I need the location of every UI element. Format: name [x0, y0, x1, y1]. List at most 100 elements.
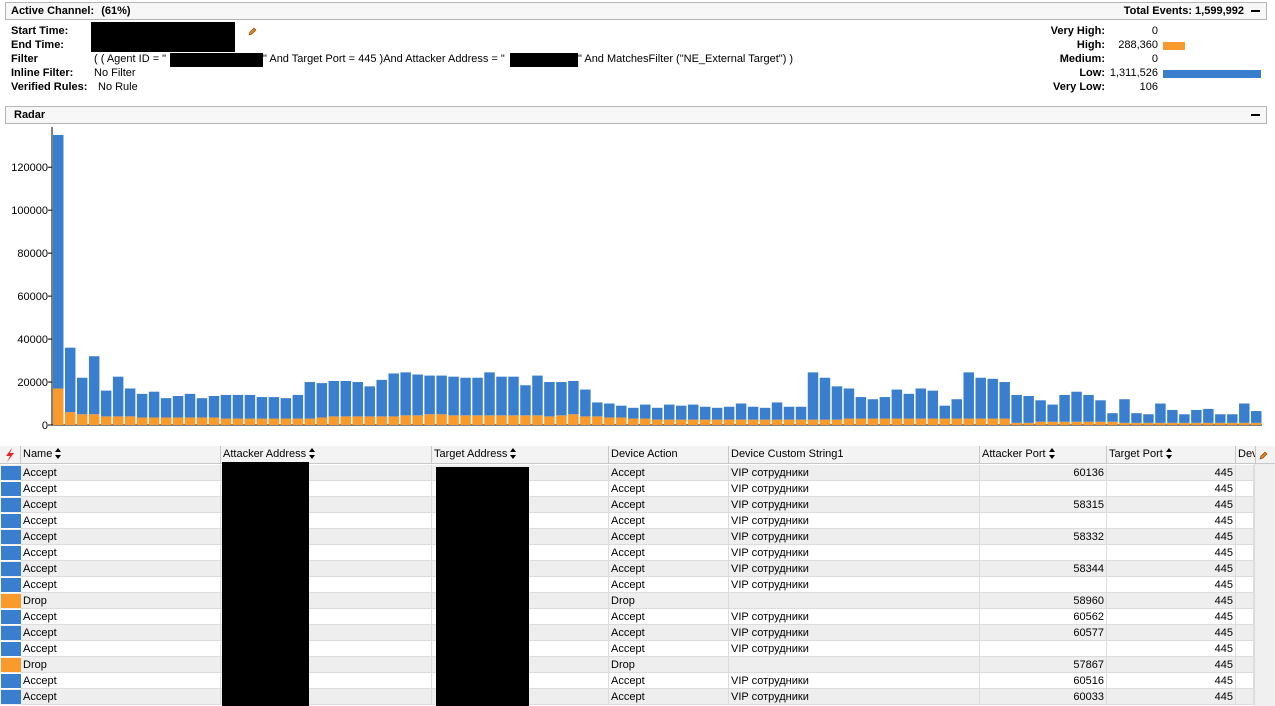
column-header-target-port[interactable]: Target Port	[1107, 446, 1236, 463]
bar-segment-low	[388, 373, 399, 417]
table-row[interactable]: Accept Accept VIP сотрудники 60577 445	[0, 625, 1254, 641]
table-row[interactable]: Accept Accept VIP сотрудники 60562 445	[0, 609, 1254, 625]
sort-icon[interactable]	[1048, 448, 1056, 459]
bar-segment-high	[172, 417, 184, 425]
sort-icon[interactable]	[55, 448, 62, 459]
active-channel-label: Active Channel:	[11, 5, 95, 17]
vertical-scrollbar[interactable]	[1254, 464, 1275, 706]
table-cell: 58315	[980, 497, 1107, 513]
table-cell	[980, 545, 1107, 561]
table-row[interactable]: Drop Drop 57867 445	[0, 657, 1254, 673]
severity-column-header[interactable]	[0, 446, 21, 463]
column-header-device-custom-string1[interactable]: Device Custom String1	[729, 446, 980, 463]
bar-segment-high	[1179, 422, 1190, 425]
table-cell: Accept	[21, 577, 221, 593]
bar-segment-low	[400, 372, 411, 416]
bar-segment-high	[508, 415, 519, 425]
filter-text-2: " And Target Port = 445 )And Attacker Ad…	[263, 53, 505, 65]
bar-segment-high	[1071, 421, 1082, 425]
bar-segment-low	[448, 376, 459, 416]
bar-segment-high	[316, 417, 328, 425]
table-cell: 445	[1107, 673, 1236, 689]
bar-segment-low	[735, 403, 747, 420]
bar-segment-high	[819, 419, 831, 425]
bar-segment-high	[1143, 422, 1154, 425]
bar-segment-low	[1035, 400, 1046, 422]
bar-segment-low	[460, 377, 471, 416]
table-cell	[1236, 609, 1254, 625]
bar-segment-low	[1131, 413, 1142, 423]
table-cell	[1236, 481, 1254, 497]
sort-icon[interactable]	[309, 448, 316, 459]
table-cell: VIP сотрудники	[729, 561, 980, 577]
table-row[interactable]: Drop Drop 58960 445	[0, 593, 1254, 609]
column-header-label: Target Port	[1109, 448, 1163, 460]
severity-very-high-value: 0	[1151, 25, 1158, 37]
table-row[interactable]: Accept Accept VIP сотрудники 445	[0, 481, 1254, 497]
table-row[interactable]: Accept Accept VIP сотрудники 60033 445	[0, 689, 1254, 705]
bar-segment-high	[1011, 422, 1022, 425]
table-cell	[1236, 577, 1254, 593]
bar-segment-high	[208, 417, 220, 425]
column-header-attacker-address[interactable]: Attacker Address	[221, 446, 432, 463]
total-events: Total Events: 1,599,992	[1123, 5, 1244, 17]
column-header-name[interactable]: Name	[21, 446, 221, 463]
bar-segment-low	[891, 389, 903, 419]
table-row[interactable]: Accept Accept VIP сотрудники 445	[0, 577, 1254, 593]
bar-segment-high	[640, 418, 651, 425]
table-cell: 445	[1107, 609, 1236, 625]
table-row[interactable]: Accept Accept VIP сотрудники 60136 445	[0, 465, 1254, 481]
bar-segment-low	[640, 404, 651, 419]
table-cell: 445	[1107, 593, 1236, 609]
verified-rules-label: Verified Rules:	[11, 81, 88, 93]
column-header-attacker-port[interactable]: Attacker Port	[980, 446, 1107, 463]
table-row[interactable]: Accept Accept VIP сотрудники 445	[0, 545, 1254, 561]
table-row[interactable]: Accept Accept VIP сотрудники 58344 445	[0, 561, 1254, 577]
column-header-device[interactable]: Dev	[1236, 446, 1256, 463]
bar-segment-high	[424, 414, 435, 425]
table-row[interactable]: Accept Accept VIP сотрудники 445	[0, 641, 1254, 657]
column-header-device-action[interactable]: Device Action	[609, 446, 729, 463]
bar-segment-low	[628, 407, 639, 419]
table-cell	[729, 593, 980, 609]
table-row[interactable]: Accept Accept VIP сотрудники 445	[0, 513, 1254, 529]
sort-icon[interactable]	[510, 448, 517, 459]
sort-icon[interactable]	[1165, 448, 1173, 459]
bar-segment-high	[292, 418, 304, 425]
bar-segment-low	[436, 375, 447, 415]
bar-segment-high	[364, 416, 375, 425]
bar-segment-high	[687, 419, 699, 425]
bar-segment-low	[76, 377, 88, 415]
bar-segment-high	[1047, 421, 1058, 425]
edit-columns-pencil-icon[interactable]	[1259, 450, 1269, 460]
bar-segment-low	[112, 376, 124, 417]
table-cell: Accept	[21, 513, 221, 529]
table-row[interactable]: Accept Accept VIP сотрудники 60516 445	[0, 673, 1254, 689]
severity-color-cell	[1, 466, 21, 480]
bar-segment-high	[568, 414, 579, 425]
severity-color-cell	[1, 642, 21, 656]
table-cell: 60562	[980, 609, 1107, 625]
edit-pencil-icon[interactable]	[248, 27, 257, 36]
severity-color-cell	[1, 498, 21, 512]
y-tick-label: 100000	[11, 205, 48, 217]
table-row[interactable]: Accept Accept VIP сотрудники 58315 445	[0, 497, 1254, 513]
bar-segment-high	[544, 416, 555, 425]
table-cell: 60033	[980, 689, 1107, 705]
table-row[interactable]: Accept Accept VIP сотрудники 58332 445	[0, 529, 1254, 545]
minimize-icon[interactable]	[1251, 10, 1260, 12]
severity-color-cell	[1, 482, 21, 496]
bar-segment-high	[927, 418, 939, 425]
table-cell: VIP сотрудники	[729, 529, 980, 545]
table-cell	[1236, 545, 1254, 561]
table-cell: Accept	[609, 673, 729, 689]
bar-segment-high	[699, 419, 711, 425]
bar-segment-high	[556, 415, 567, 425]
bar-segment-high	[448, 415, 459, 425]
column-header-target-address[interactable]: Target Address	[432, 446, 609, 463]
bar-segment-low	[556, 382, 567, 416]
bar-segment-low	[819, 377, 831, 420]
severity-color-cell	[1, 610, 21, 624]
bar-segment-low	[1167, 409, 1178, 423]
minimize-icon[interactable]	[1251, 114, 1260, 116]
